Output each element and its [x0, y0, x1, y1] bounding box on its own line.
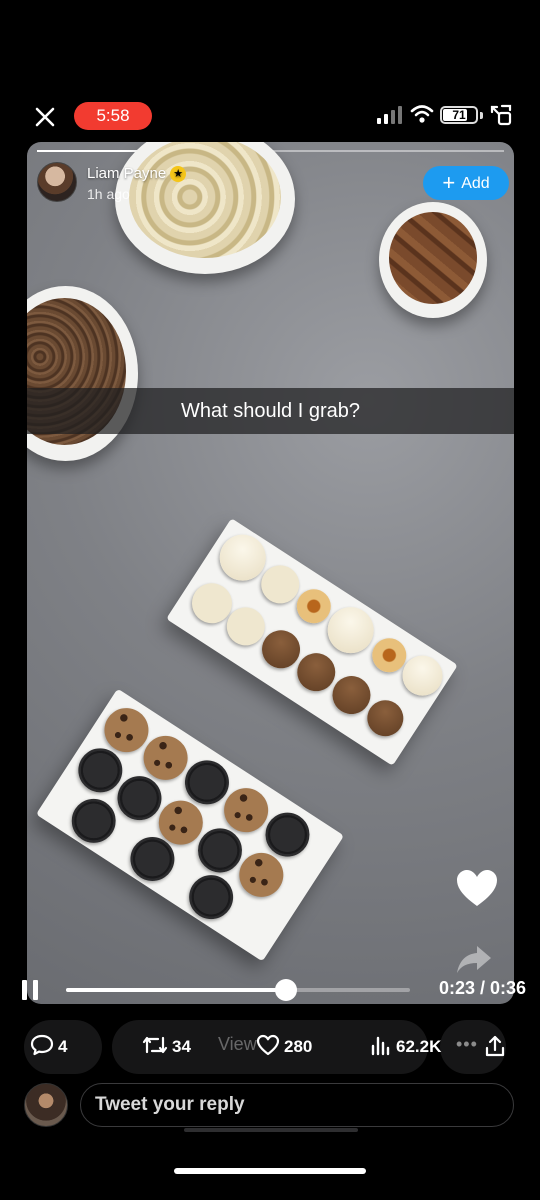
close-icon	[35, 107, 55, 127]
wifi-icon	[410, 105, 434, 123]
signal-icon	[377, 106, 402, 124]
heart-icon[interactable]	[455, 868, 499, 908]
keyboard-accessory-bar	[184, 1128, 358, 1132]
almonds-bowl	[379, 202, 487, 318]
battery-icon: 71	[440, 106, 478, 124]
repost-count: 34	[172, 1037, 191, 1056]
cereal-bowl	[27, 286, 138, 461]
view-ghost-text: View	[218, 1034, 257, 1054]
repost-icon	[142, 1036, 168, 1054]
story-time-ago: 1h ago	[87, 186, 130, 202]
story-avatar[interactable]	[37, 162, 77, 202]
story-username-text: Liam Payne	[87, 165, 167, 182]
more-dots[interactable]: •••	[456, 1034, 478, 1055]
video-scrubber[interactable]	[66, 988, 410, 992]
like-button[interactable]: 280	[256, 1034, 312, 1057]
views-icon	[371, 1036, 390, 1056]
reply-avatar	[24, 1083, 68, 1127]
reply-count: 4	[58, 1037, 68, 1056]
video-scrubber-thumb[interactable]	[274, 979, 297, 1001]
reply-input[interactable]	[80, 1083, 514, 1127]
close-button[interactable]	[30, 102, 60, 132]
battery-cap	[480, 112, 483, 119]
home-indicator[interactable]	[174, 1168, 366, 1174]
upload-icon	[485, 1035, 505, 1057]
like-count: 280	[284, 1037, 313, 1056]
repost-button[interactable]: 34	[142, 1034, 191, 1057]
battery-level: 71	[452, 108, 466, 122]
plus-icon: +	[442, 170, 456, 195]
verified-icon: ★	[170, 166, 187, 182]
story-media[interactable]: Liam Payne ★ 1h ago + Add What should I gr…	[27, 142, 514, 1004]
like-icon	[256, 1034, 280, 1056]
add-label: Add	[461, 175, 490, 192]
upload-button[interactable]	[484, 1034, 510, 1059]
status-bar: 5:58 71	[0, 96, 540, 136]
views-count: 62.2K	[396, 1037, 442, 1056]
story-caption: What should I grab?	[27, 388, 514, 434]
video-scrubber-fill	[66, 988, 286, 992]
add-button[interactable]: + Add	[423, 166, 509, 200]
reply-icon	[30, 1034, 54, 1056]
cookie-tray-top	[166, 518, 458, 766]
rotate-icon[interactable]	[488, 102, 514, 128]
status-time: 5:58	[74, 102, 152, 130]
story-username[interactable]: Liam Payne ★	[87, 165, 187, 182]
action-bar: 4 34 View 280 62.2K •••	[0, 1018, 540, 1078]
reply-button[interactable]: 4	[30, 1034, 67, 1057]
cookie-tray-bottom	[35, 688, 345, 962]
share-icon[interactable]	[455, 942, 495, 976]
banana-chips-bowl	[115, 142, 295, 274]
views-button[interactable]: 62.2K	[370, 1034, 441, 1057]
video-time-readout: 0:23 / 0:36	[438, 978, 526, 998]
pause-icon[interactable]	[22, 980, 40, 1000]
